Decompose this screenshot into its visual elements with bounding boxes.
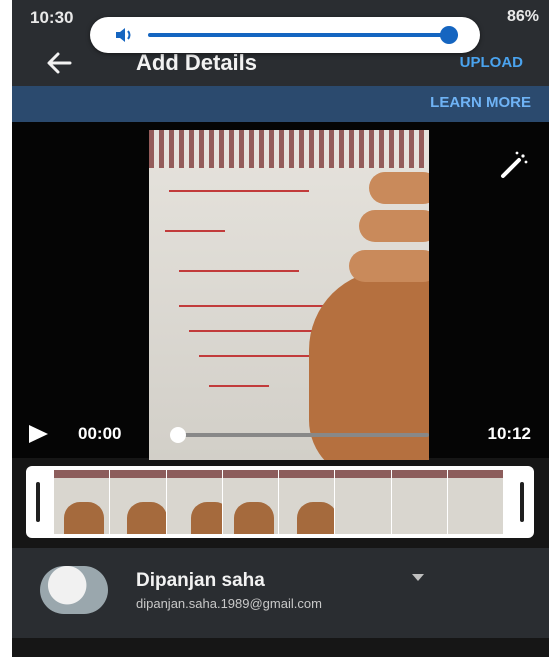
frame-strip xyxy=(54,470,504,534)
status-time: 10:30 xyxy=(30,8,74,27)
play-icon[interactable] xyxy=(26,422,50,446)
trim-start-handle[interactable] xyxy=(36,482,40,522)
video-frame xyxy=(149,130,429,460)
battery-level: 86% xyxy=(506,8,539,25)
trim-frame xyxy=(391,470,448,534)
trim-frame xyxy=(335,470,392,534)
account-email: dipanjan.saha.1989@gmail.com xyxy=(136,596,322,611)
total-time: 10:12 xyxy=(487,424,531,443)
caret-down-icon[interactable] xyxy=(412,574,424,581)
seek-bar[interactable] xyxy=(170,427,429,443)
app-screen: 10:30 86% Add Details UPLOAD LEARN MORE xyxy=(12,0,549,657)
arrow-left-icon[interactable] xyxy=(44,48,74,78)
trim-frame xyxy=(447,470,504,534)
video-preview[interactable]: 00:00 10:12 xyxy=(12,122,549,460)
trim-end-handle[interactable] xyxy=(520,482,524,522)
volume-handle[interactable] xyxy=(439,26,458,44)
trim-frame xyxy=(54,470,111,534)
volume-track[interactable] xyxy=(148,33,458,37)
account-name: Dipanjan saha xyxy=(136,570,265,591)
learn-more-link[interactable]: LEARN MORE xyxy=(430,94,531,111)
upload-button[interactable]: UPLOAD xyxy=(460,54,523,71)
seek-handle[interactable] xyxy=(170,427,186,443)
info-banner: LEARN MORE xyxy=(12,86,549,122)
avatar xyxy=(40,566,108,614)
current-time: 00:00 xyxy=(78,424,122,443)
volume-icon xyxy=(116,28,131,42)
trim-frame xyxy=(110,470,167,534)
volume-overlay[interactable] xyxy=(90,17,480,53)
trim-frame xyxy=(166,470,223,534)
bottom-area xyxy=(12,638,549,657)
trim-bar[interactable] xyxy=(26,466,534,538)
account-selector[interactable]: Dipanjan saha dipanjan.saha.1989@gmail.c… xyxy=(12,548,549,638)
magic-wand-icon[interactable] xyxy=(499,150,529,180)
page-title: Add Details xyxy=(136,50,258,75)
trim-frame xyxy=(279,470,336,534)
trim-frame xyxy=(222,470,279,534)
